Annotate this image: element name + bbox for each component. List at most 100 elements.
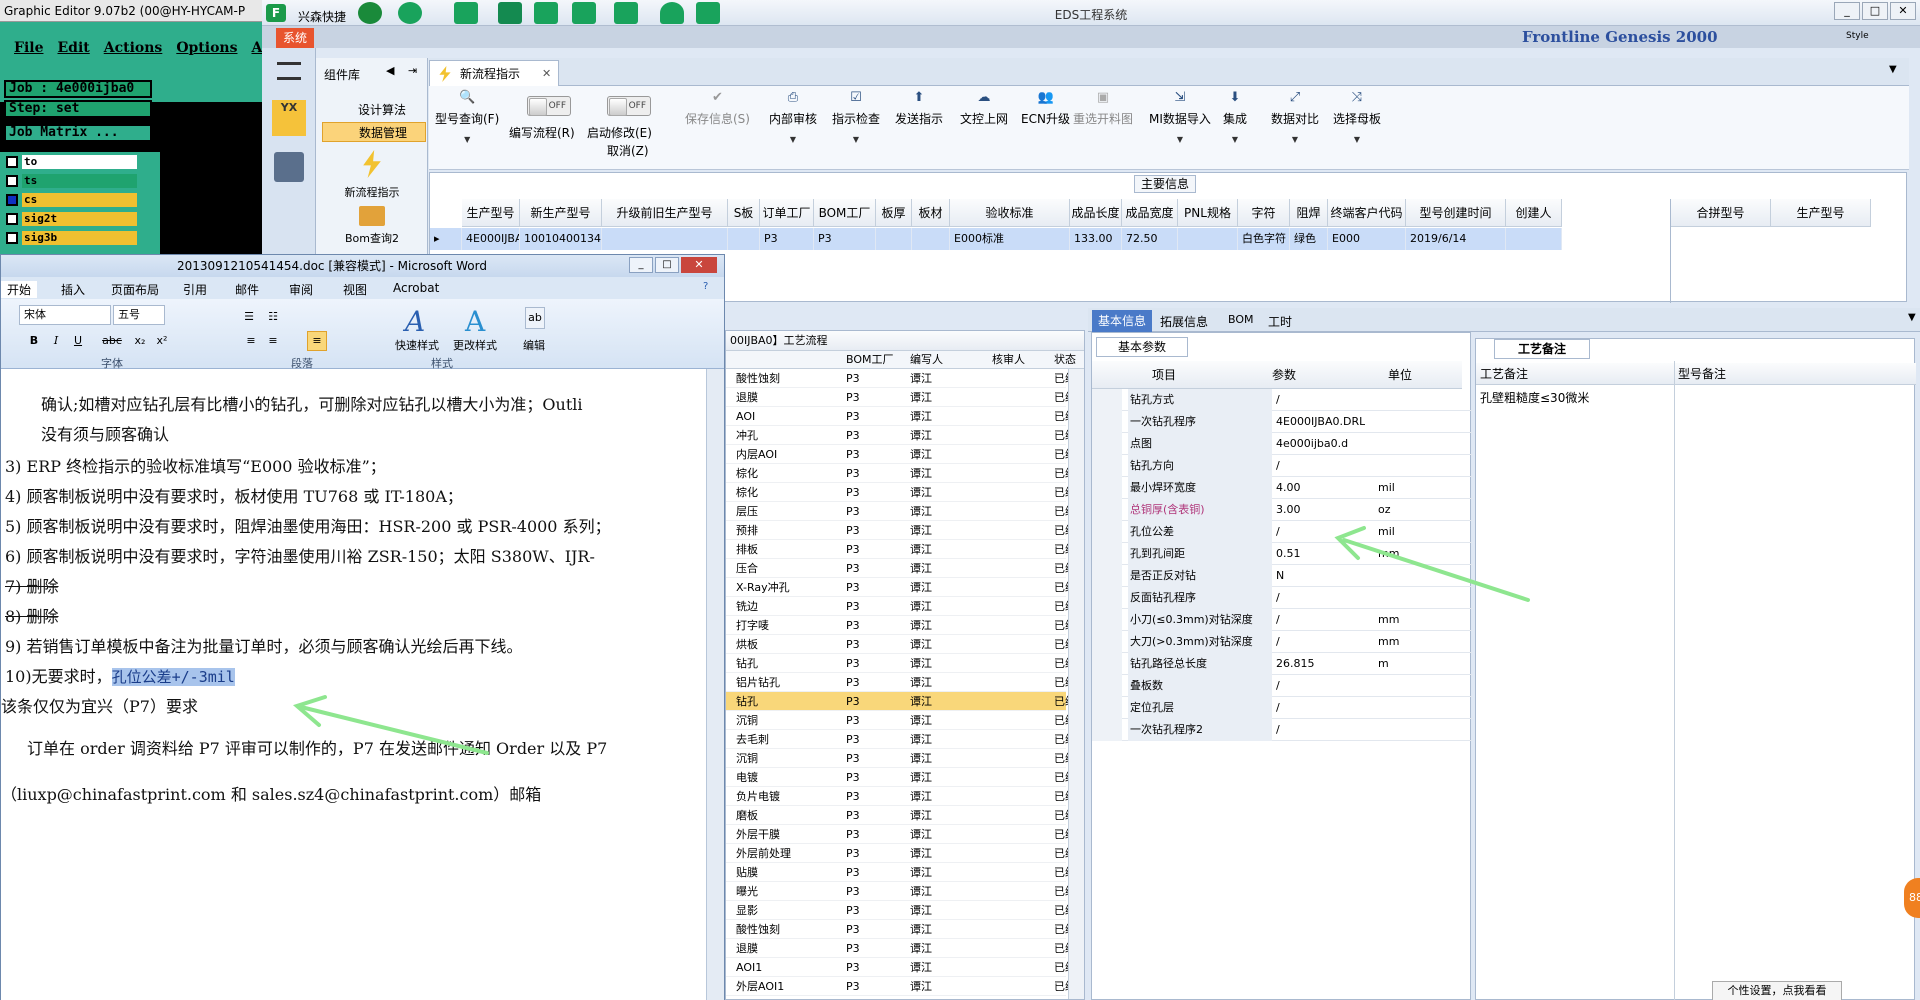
tab-insert[interactable]: 插入 <box>61 281 85 298</box>
layer-row[interactable]: sig3b <box>6 230 154 246</box>
process-row[interactable]: 曝光 P3 谭江 已编 <box>726 882 1076 901</box>
main-cell[interactable] <box>602 228 728 250</box>
main-col-header[interactable]: 终端客户代码 <box>1328 199 1406 227</box>
font-name-select[interactable]: 宋体 <box>19 305 111 325</box>
select-mother-board-button[interactable]: ⤨ 选择母板 ▼ <box>1333 90 1381 144</box>
process-row[interactable]: 退膜 P3 谭江 已编 <box>726 939 1076 958</box>
strikethrough-button[interactable]: abc <box>101 331 123 351</box>
process-row[interactable]: 沉铜 P3 谭江 已编 <box>726 749 1076 768</box>
process-row[interactable]: 显影 P3 谭江 已编 <box>726 901 1076 920</box>
process-row[interactable]: 外层AOI1 P3 谭江 已编 <box>726 977 1076 996</box>
process-row[interactable]: 酸性蚀刻 P3 谭江 已编 <box>726 920 1076 939</box>
info-param[interactable]: / <box>1276 455 1280 477</box>
menu-actions[interactable]: Actions <box>104 40 163 56</box>
job-matrix-button[interactable]: Job Matrix ... <box>4 124 152 142</box>
close-tab-icon[interactable]: ✕ <box>542 61 551 87</box>
process-row[interactable]: AOI P3 谭江 已编 <box>726 407 1076 426</box>
tab-extended-info[interactable]: 拓展信息 <box>1160 313 1208 330</box>
tab-references[interactable]: 引用 <box>183 281 207 298</box>
info-param[interactable]: / <box>1276 587 1280 609</box>
bullets-button[interactable]: ☰ <box>239 307 259 327</box>
main-cell[interactable]: 10010400134935 <box>520 228 602 250</box>
underline-button[interactable]: U <box>69 331 87 351</box>
info-row[interactable]: 大刀(>0.3mm)对钻深度 / mm <box>1092 631 1472 653</box>
italic-button[interactable]: I <box>47 331 65 351</box>
info-row[interactable]: 叠板数 / <box>1092 675 1472 697</box>
main-col-header[interactable]: S板 <box>728 199 760 227</box>
info-param[interactable]: 4E000IJBA0.DRL <box>1276 411 1365 433</box>
process-row[interactable]: 钻孔 P3 谭江 已编 <box>726 654 1076 673</box>
main-col-header[interactable]: 型号创建时间 <box>1406 199 1506 227</box>
process-row[interactable]: 排板 P3 谭江 已编 <box>726 540 1076 559</box>
help-icon[interactable]: ? <box>703 281 708 292</box>
main-cell[interactable] <box>1506 228 1562 250</box>
layer-checkbox[interactable] <box>6 175 18 187</box>
instruction-check-button[interactable]: ☑ 指示检查 ▼ <box>832 90 880 144</box>
main-col-header[interactable]: 验收标准 <box>950 199 1070 227</box>
col-reviewer[interactable]: 核审人 <box>992 351 1025 369</box>
process-row[interactable]: AOI1 P3 谭江 已编 <box>726 958 1076 977</box>
info-row[interactable]: 定位孔层 / <box>1092 697 1472 719</box>
maximize-button[interactable]: □ <box>1862 2 1888 20</box>
style-label[interactable]: Style <box>1846 31 1869 41</box>
main-cell[interactable]: 绿色 <box>1290 228 1328 250</box>
layer-row[interactable]: sig2t <box>6 211 154 227</box>
merge-col-header[interactable]: 生产型号 <box>1771 199 1871 227</box>
main-cell[interactable] <box>912 228 950 250</box>
write-flow-toggle[interactable]: OFF <box>527 96 571 116</box>
tab-acrobat[interactable]: Acrobat <box>393 281 439 295</box>
font-size-select[interactable]: 五号 <box>113 305 165 325</box>
float-badge[interactable]: 88 <box>1904 878 1920 918</box>
process-row[interactable]: 打字唛 P3 谭江 已编 <box>726 616 1076 635</box>
library-new-flow[interactable]: 新流程指示 <box>316 150 428 200</box>
layer-checkbox[interactable] <box>6 232 18 244</box>
layer-name[interactable]: ts <box>22 174 137 188</box>
process-row[interactable]: 外层干膜 P3 谭江 已编 <box>726 825 1076 844</box>
info-row[interactable]: 钻孔方向 / <box>1092 455 1472 477</box>
col-param[interactable]: 参数 <box>1272 361 1296 389</box>
tab-new-flow[interactable]: 新流程指示 ✕ <box>429 60 559 87</box>
info-row[interactable]: 钻孔方式 / <box>1092 389 1472 411</box>
process-row[interactable]: 沉铜 P3 谭江 已编 <box>726 711 1076 730</box>
info-row[interactable]: 总铜厚(含表铜) 3.00 oz <box>1092 499 1472 521</box>
main-col-header[interactable]: 板材 <box>912 199 950 227</box>
info-param[interactable]: 0.51 <box>1276 543 1301 565</box>
main-cell[interactable] <box>1178 228 1238 250</box>
menu-file[interactable]: File <box>14 40 43 56</box>
tab-home[interactable]: 开始 <box>1 281 38 298</box>
process-row[interactable]: 内层AOI P3 谭江 已编 <box>726 445 1076 464</box>
layer-row[interactable]: cs <box>6 192 154 208</box>
word-document[interactable]: 确认;如槽对应钻孔层有比槽小的钻孔，可删除对应钻孔以槽大小为准；Outli 没有… <box>1 369 706 1000</box>
layer-checkbox[interactable] <box>6 213 18 225</box>
info-param[interactable]: / <box>1276 697 1280 719</box>
menu-edit[interactable]: Edit <box>57 40 89 56</box>
ecn-upgrade-button[interactable]: 👥 ECN升级 <box>1021 90 1070 127</box>
mi-import-button[interactable]: ⇲ MI数据导入 ▼ <box>1149 90 1211 144</box>
quick-styles-icon[interactable]: A <box>405 305 443 338</box>
row-selector-icon[interactable]: ▸ <box>430 228 462 250</box>
info-row[interactable]: 一次钻孔程序2/ <box>1092 719 1472 741</box>
close-button[interactable]: ✕ <box>681 257 717 273</box>
yx-icon[interactable]: YX <box>272 100 306 136</box>
library-item-design[interactable]: 设计算法 <box>322 100 426 120</box>
info-param[interactable]: N <box>1276 565 1284 587</box>
system-tab[interactable]: 系统 <box>276 28 314 48</box>
layer-checkbox[interactable] <box>6 194 18 206</box>
tab-layout[interactable]: 页面布局 <box>111 281 159 298</box>
info-param[interactable]: / <box>1276 609 1280 631</box>
col-writer[interactable]: 编写人 <box>910 351 943 369</box>
data-compare-button[interactable]: ⤢ 数据对比 ▼ <box>1271 90 1319 144</box>
reselect-cut-button[interactable]: ▣ 重选开料图 <box>1073 90 1133 127</box>
layer-name[interactable]: cs <box>22 193 137 207</box>
pin-icon[interactable]: ⇥ <box>408 64 417 77</box>
hamburger-icon[interactable] <box>277 62 301 80</box>
merge-col-header[interactable]: 合拼型号 <box>1671 199 1771 227</box>
main-col-header[interactable]: 生产型号 <box>462 199 520 227</box>
main-col-header[interactable]: 订单工厂 <box>760 199 814 227</box>
maximize-button[interactable]: □ <box>655 257 679 273</box>
process-row[interactable]: 层压 P3 谭江 已编 <box>726 502 1076 521</box>
main-col-header[interactable]: 新生产型号 <box>520 199 602 227</box>
selected-text[interactable]: 孔位公差+/-3mil <box>111 668 235 686</box>
main-cell[interactable]: 72.50 <box>1122 228 1178 250</box>
quick-styles-label[interactable]: 快速样式 <box>395 337 439 353</box>
